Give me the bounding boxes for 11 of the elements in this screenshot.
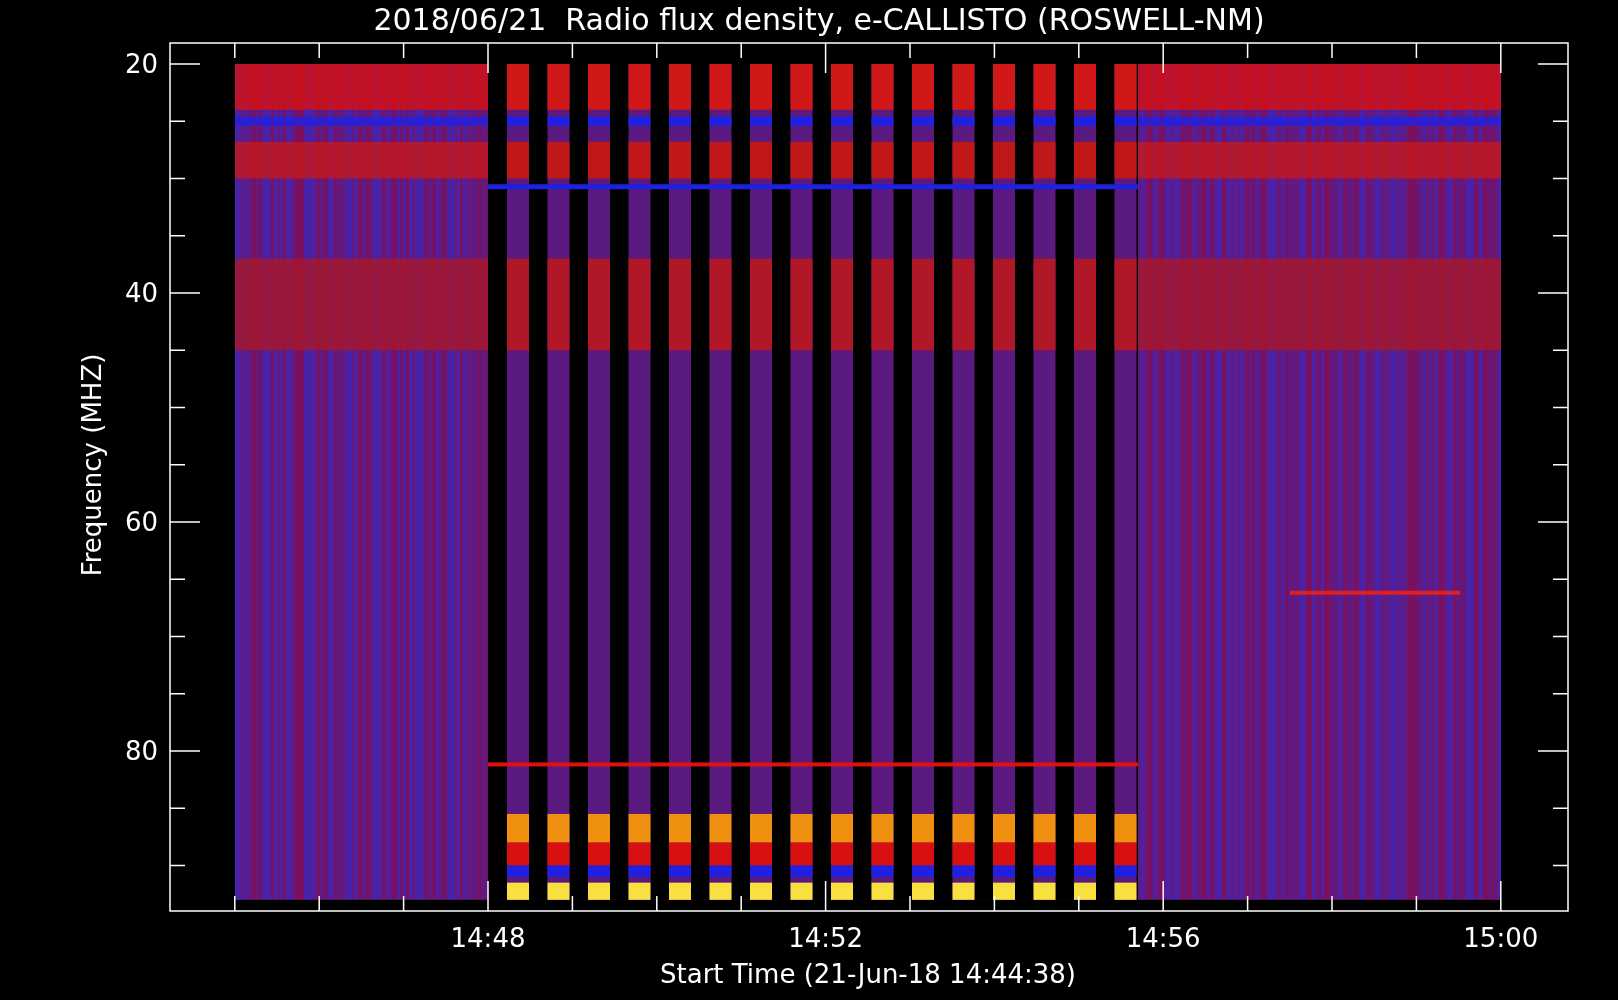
y-tick-label: 80 [124, 736, 158, 766]
y-tick-label: 20 [124, 49, 158, 79]
plot-title: 2018/06/21 Radio flux density, e-CALLISTO (ROSWELL-NM) [372, 5, 1265, 35]
x-tick-label: 15:00 [1463, 923, 1539, 953]
x-tick-label: 14:52 [788, 923, 864, 953]
x-tick-label: 14:56 [1125, 923, 1201, 953]
x-tick-label: 14:48 [450, 923, 526, 953]
y-tick-label: 40 [124, 278, 158, 308]
y-axis-label: Frequency (MHZ) [77, 353, 107, 577]
y-tick-label: 60 [124, 507, 158, 537]
x-axis-label: Start Time (21-Jun-18 14:44:38) [660, 959, 1076, 989]
